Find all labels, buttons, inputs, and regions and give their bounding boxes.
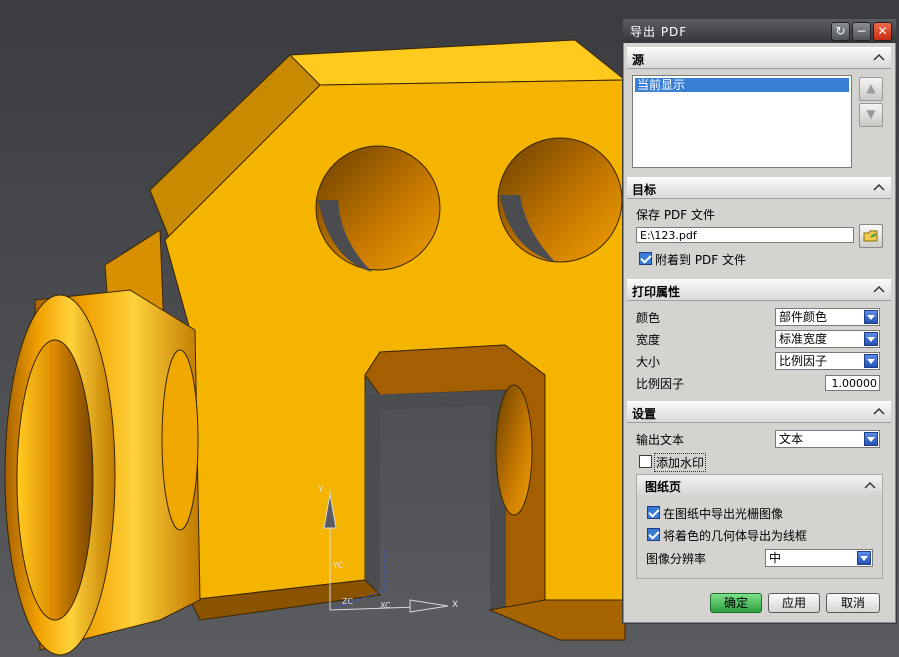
drawing-sheet-group: 图纸页 在图纸中导出光栅图像 将着色的几何体导出为线框 图像分辨率 中: [636, 474, 883, 579]
export-pdf-dialog: 导出 PDF ↻ − ✕ 源 当前显示 ▲ ▼ 目标 保存 PDF 文件 E:\…: [622, 18, 897, 624]
section-settings-header[interactable]: 设置: [627, 401, 891, 423]
axis-y-label: Y: [317, 485, 324, 495]
output-text-label: 输出文本: [636, 433, 685, 447]
axis-zc-label: ZC: [342, 597, 353, 606]
chevron-down-icon[interactable]: [864, 310, 878, 324]
cancel-button[interactable]: 取消: [826, 593, 880, 613]
ok-button[interactable]: 确定: [710, 593, 762, 613]
color-value: 部件颜色: [779, 310, 828, 324]
dialog-title: 导出 PDF: [630, 25, 688, 39]
section-source-header[interactable]: 源: [627, 47, 891, 69]
scale-label: 比例因子: [636, 377, 685, 391]
size-label: 大小: [636, 355, 661, 369]
source-list[interactable]: 当前显示: [632, 75, 852, 168]
width-value: 标准宽度: [779, 332, 828, 346]
chevron-down-icon[interactable]: [864, 354, 878, 368]
axis-x-label: X: [452, 600, 458, 610]
output-text-value: 文本: [779, 432, 804, 446]
section-source-title: 源: [632, 53, 645, 67]
apply-button[interactable]: 应用: [768, 593, 820, 613]
drawing-sheet-header[interactable]: 图纸页: [637, 475, 882, 495]
width-label: 宽度: [636, 333, 661, 347]
size-select[interactable]: 比例因子: [775, 352, 880, 370]
size-value: 比例因子: [779, 354, 828, 368]
section-target-title: 目标: [632, 183, 657, 197]
scale-input[interactable]: 1.00000: [825, 375, 880, 391]
axis-xc-label: XC: [380, 601, 391, 610]
section-target-header[interactable]: 目标: [627, 177, 891, 199]
minimize-icon[interactable]: −: [852, 22, 871, 41]
attach-label: 附着到 PDF 文件: [655, 253, 747, 267]
wireframe-checkbox[interactable]: [647, 528, 660, 541]
dialog-titlebar[interactable]: 导出 PDF ↻ − ✕: [623, 19, 896, 43]
chevron-up-icon[interactable]: [871, 179, 887, 195]
drawing-sheet-title: 图纸页: [645, 480, 682, 494]
save-pdf-label: 保存 PDF 文件: [636, 208, 716, 222]
raster-label: 在图纸中导出光栅图像: [663, 507, 784, 521]
watermark-checkbox[interactable]: [639, 455, 652, 468]
folder-icon: [863, 230, 878, 242]
list-item[interactable]: 当前显示: [635, 78, 849, 92]
section-settings-title: 设置: [632, 407, 657, 421]
chevron-up-icon[interactable]: [871, 281, 887, 297]
color-select[interactable]: 部件颜色: [775, 308, 880, 326]
chevron-down-icon[interactable]: [857, 551, 871, 565]
chevron-down-icon[interactable]: [864, 432, 878, 446]
chevron-down-icon[interactable]: [864, 332, 878, 346]
attach-checkbox[interactable]: [639, 252, 652, 265]
color-label: 颜色: [636, 311, 661, 325]
move-up-button[interactable]: ▲: [859, 77, 883, 101]
raster-checkbox[interactable]: [647, 506, 660, 519]
reset-icon[interactable]: ↻: [831, 22, 850, 41]
resolution-value: 中: [769, 551, 782, 565]
section-print-title: 打印属性: [632, 285, 681, 299]
wireframe-label: 将着色的几何体导出为线框: [663, 529, 808, 543]
browse-button[interactable]: [859, 224, 883, 248]
axis-yc-label: YC: [332, 561, 343, 570]
chevron-up-icon[interactable]: [871, 49, 887, 65]
resolution-select[interactable]: 中: [765, 549, 873, 567]
chevron-up-icon[interactable]: [862, 477, 878, 493]
resolution-label: 图像分辨率: [646, 552, 707, 566]
move-down-button[interactable]: ▼: [859, 103, 883, 127]
chevron-up-icon[interactable]: [871, 403, 887, 419]
file-path-field[interactable]: E:\123.pdf: [636, 227, 854, 243]
output-text-select[interactable]: 文本: [775, 430, 880, 448]
width-select[interactable]: 标准宽度: [775, 330, 880, 348]
close-icon[interactable]: ✕: [873, 22, 892, 41]
section-print-header[interactable]: 打印属性: [627, 279, 891, 301]
watermark-label: 添加水印: [654, 453, 707, 472]
